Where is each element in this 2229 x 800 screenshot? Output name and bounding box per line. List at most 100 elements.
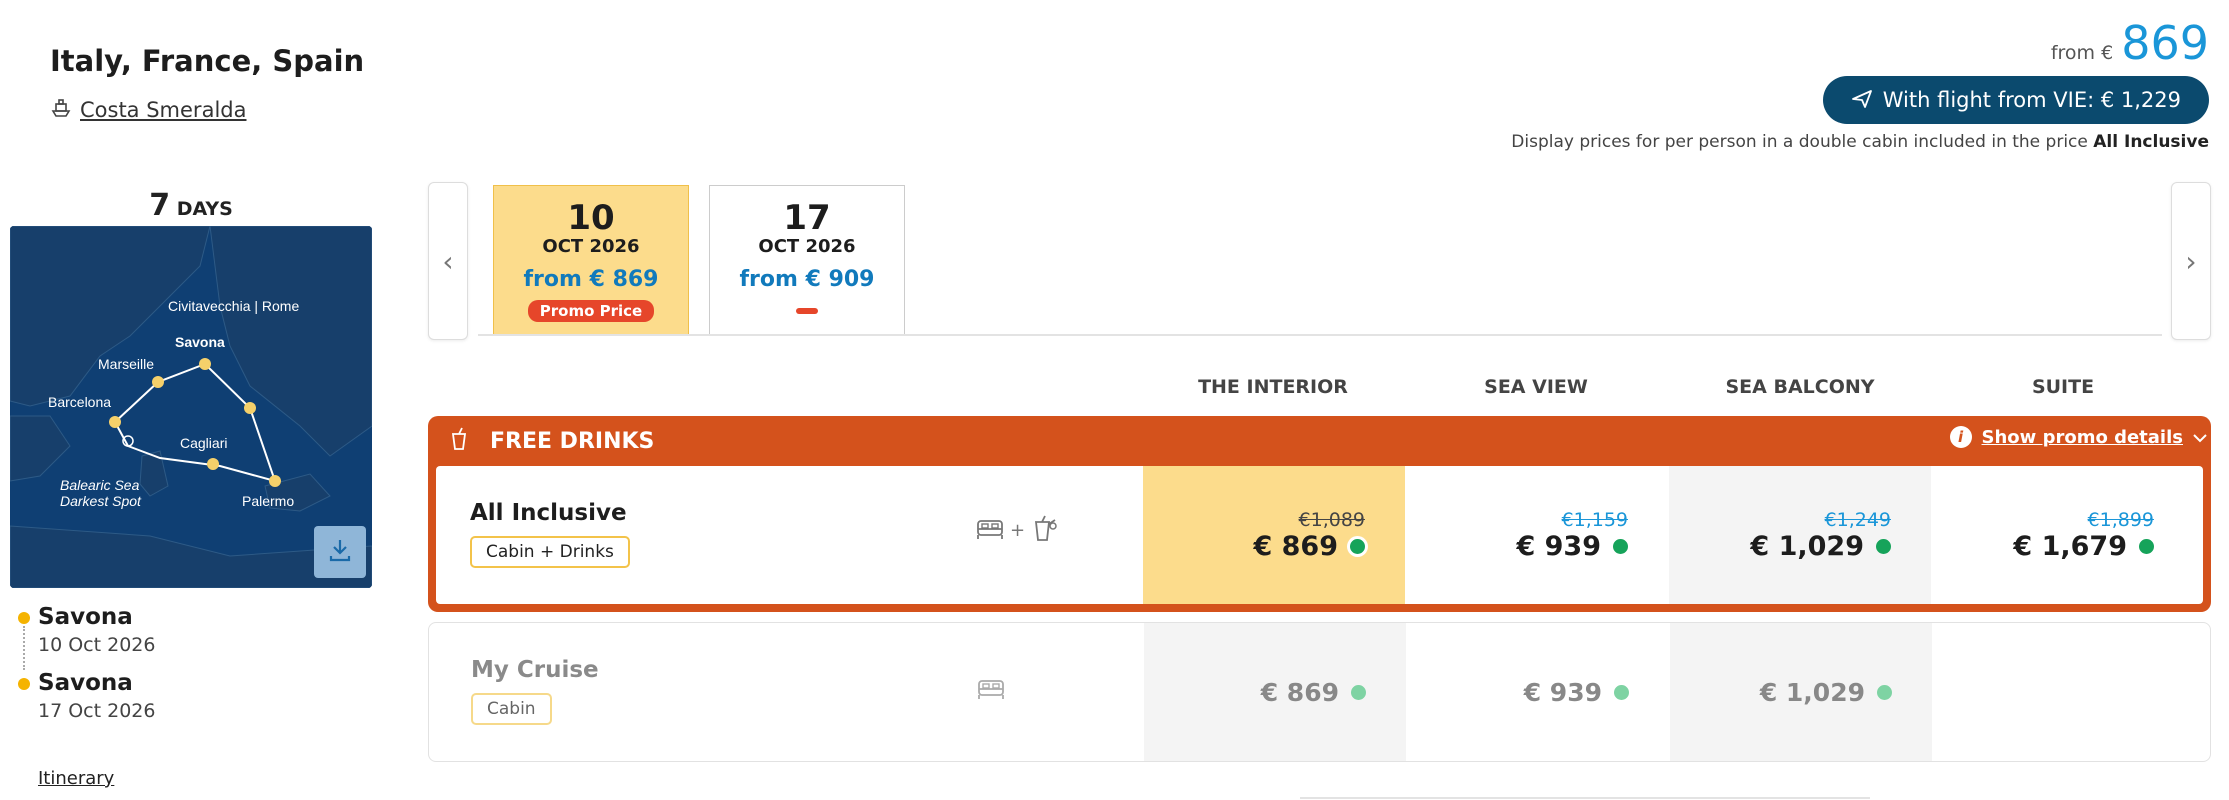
date-month: OCT 2026 bbox=[758, 236, 856, 257]
with-flight-label: With flight from VIE: € 1,229 bbox=[1882, 88, 2181, 112]
port-dot bbox=[18, 678, 30, 690]
with-flight-button[interactable]: With flight from VIE: € 1,229 bbox=[1822, 76, 2209, 124]
price-value: € 939 bbox=[1523, 677, 1602, 707]
display-note-bold: All Inclusive bbox=[2093, 132, 2209, 152]
port-arrival-name: Savona bbox=[38, 670, 133, 696]
bottom-divider bbox=[1300, 797, 1870, 799]
trip-duration: 7 DAYS bbox=[10, 188, 372, 223]
col-header-sea-balcony: SEA BALCONY bbox=[1725, 376, 1875, 398]
new-price-value: € 869 bbox=[1253, 530, 1338, 562]
new-price: € 1,679 bbox=[2013, 531, 2154, 562]
promo-header: FREE DRINKS bbox=[428, 416, 2211, 466]
old-price: €1,089 bbox=[1298, 508, 1365, 531]
map-port-marker bbox=[199, 358, 211, 370]
carousel-next-button[interactable]: › bbox=[2171, 182, 2211, 340]
map-label-cagliari: Cagliari bbox=[180, 435, 227, 451]
date-day: 10 bbox=[567, 198, 615, 238]
row-tag: Cabin + Drinks bbox=[470, 536, 630, 568]
map-port-marker bbox=[269, 475, 281, 487]
chevron-left-icon: ‹ bbox=[442, 244, 454, 278]
port-dot bbox=[18, 612, 30, 624]
map-label-balearic-2: Darkest Spot bbox=[60, 493, 142, 509]
price-cell-sea-view[interactable]: €1,159 € 939 bbox=[1406, 466, 1668, 604]
map-port-marker bbox=[207, 458, 219, 470]
port-connector bbox=[23, 626, 25, 670]
new-price: € 939 bbox=[1516, 531, 1628, 562]
map-label-savona: Savona bbox=[175, 334, 225, 350]
map-port-marker bbox=[109, 416, 121, 428]
date-price: from € 909 bbox=[739, 267, 875, 292]
display-note-text: Display prices for per person in a doubl… bbox=[1511, 132, 2088, 152]
info-icon: i bbox=[1949, 426, 1972, 448]
days-label: DAYS bbox=[176, 198, 233, 220]
plus-icon: + bbox=[1010, 519, 1026, 541]
download-map-button[interactable] bbox=[314, 526, 366, 578]
port-departure-name: Savona bbox=[38, 604, 133, 630]
new-price-value: € 939 bbox=[1516, 530, 1601, 562]
plane-icon bbox=[1851, 87, 1873, 114]
ship-name[interactable]: Costa Smeralda bbox=[80, 98, 246, 122]
availability-dot bbox=[1613, 538, 1628, 554]
download-icon bbox=[326, 536, 354, 568]
map-label-civitavecchia: Civitavecchia | Rome bbox=[168, 298, 299, 314]
display-note: Display prices for per person in a doubl… bbox=[1511, 132, 2209, 152]
map-label-barcelona: Barcelona bbox=[48, 394, 111, 410]
map-port-marker bbox=[244, 402, 256, 414]
cocktail-icon bbox=[1031, 514, 1059, 546]
price-value: € 869 bbox=[1260, 677, 1339, 707]
itinerary-link[interactable]: Itinerary bbox=[38, 768, 114, 789]
from-price-label: from € bbox=[2050, 42, 2114, 64]
chevron-right-icon: › bbox=[2185, 244, 2197, 278]
row-tag: Cabin bbox=[471, 693, 552, 725]
show-promo-details-link[interactable]: i Show promo details bbox=[1949, 426, 2207, 448]
date-day: 17 bbox=[783, 198, 831, 238]
promo-price-badge: Promo Price bbox=[527, 300, 655, 322]
price-cell-interior[interactable]: € 869 bbox=[1144, 623, 1406, 761]
price-cell-sea-view[interactable]: € 939 bbox=[1407, 623, 1669, 761]
from-price: from € 869 bbox=[2051, 16, 2209, 70]
row-title: My Cruise bbox=[471, 657, 599, 683]
promo-indicator bbox=[796, 308, 818, 314]
price-cell-interior[interactable]: €1,089 € 869 bbox=[1143, 466, 1405, 604]
old-price: €1,899 bbox=[2087, 508, 2154, 531]
availability-dot bbox=[1351, 684, 1366, 700]
ship-icon bbox=[50, 96, 72, 123]
price-cell-suite[interactable]: €1,899 € 1,679 bbox=[1932, 466, 2194, 604]
old-price: €1,249 bbox=[1824, 508, 1891, 531]
map-label-balearic-1: Balearic Sea bbox=[60, 477, 140, 493]
show-promo-details-label: Show promo details bbox=[1981, 426, 2183, 448]
availability-dot bbox=[1876, 538, 1891, 554]
drink-cup-icon bbox=[450, 427, 468, 455]
carousel-divider bbox=[478, 334, 2162, 336]
carousel-prev-button[interactable]: ‹ bbox=[428, 182, 468, 340]
availability-dot bbox=[1614, 684, 1629, 700]
chevron-down-icon bbox=[2193, 427, 2207, 448]
date-month: OCT 2026 bbox=[542, 236, 640, 257]
price-cell-sea-balcony[interactable]: €1,249 € 1,029 bbox=[1669, 466, 1931, 604]
cruise-title: Italy, France, Spain bbox=[50, 44, 365, 78]
new-price-value: € 1,029 bbox=[1750, 530, 1864, 562]
port-arrival-date: 17 Oct 2026 bbox=[38, 700, 156, 722]
date-card-selected[interactable]: 10 OCT 2026 from € 869 Promo Price bbox=[493, 185, 689, 335]
map-port-marker bbox=[152, 376, 164, 388]
price-cell-sea-balcony[interactable]: € 1,029 bbox=[1670, 623, 1932, 761]
date-price: from € 869 bbox=[523, 267, 659, 292]
cabin-drinks-icons: + bbox=[976, 514, 1059, 546]
map-label-marseille: Marseille bbox=[98, 356, 154, 372]
new-price: € 869 bbox=[1253, 531, 1365, 562]
days-number: 7 bbox=[149, 188, 171, 223]
price-value: € 1,029 bbox=[1759, 677, 1865, 707]
ship-link[interactable]: Costa Smeralda bbox=[50, 96, 246, 123]
availability-dot bbox=[1877, 684, 1892, 700]
map-label-palermo: Palermo bbox=[242, 493, 294, 509]
availability-dot bbox=[2139, 538, 2154, 554]
bed-icon bbox=[977, 675, 1005, 705]
date-card[interactable]: 17 OCT 2026 from € 909 bbox=[709, 185, 905, 335]
col-header-interior: THE INTERIOR bbox=[1198, 376, 1348, 398]
from-price-value: 869 bbox=[2121, 16, 2209, 70]
port-departure-date: 10 Oct 2026 bbox=[38, 634, 156, 656]
availability-dot bbox=[1350, 538, 1365, 554]
new-price-value: € 1,679 bbox=[2013, 530, 2127, 562]
my-cruise-row: My Cruise Cabin € 869 € 939 € 1,029 bbox=[428, 622, 2211, 762]
col-header-sea-view: SEA VIEW bbox=[1484, 376, 1588, 398]
